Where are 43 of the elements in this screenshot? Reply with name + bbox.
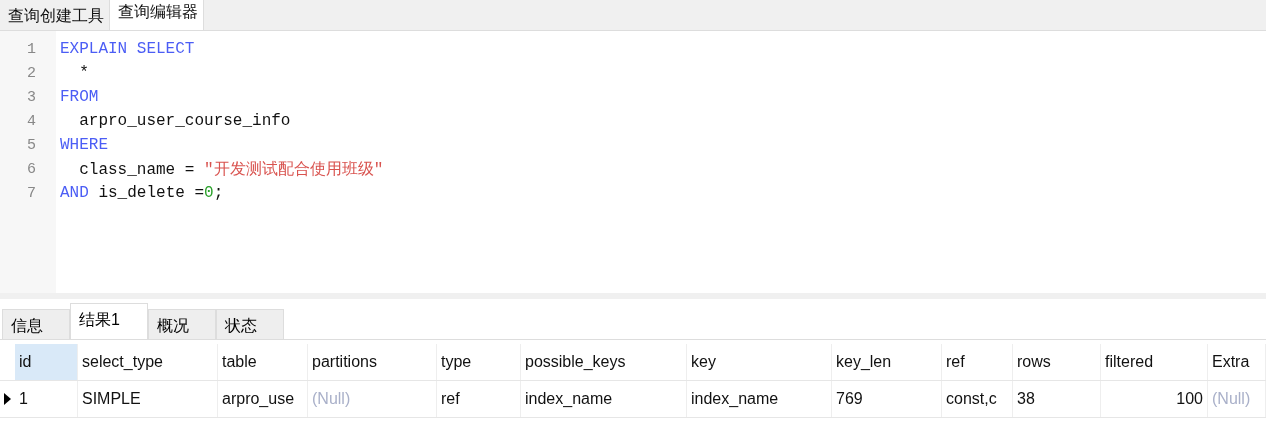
table-cell: 769 bbox=[832, 381, 942, 417]
column-header[interactable]: type bbox=[437, 344, 521, 380]
code-line: * bbox=[78, 64, 89, 82]
table-cell: ref bbox=[437, 381, 521, 417]
result-tab[interactable]: 结果1 bbox=[70, 303, 148, 339]
line-number: 5 bbox=[26, 136, 37, 154]
code-line: class_name = "开发测试配合使用班级" bbox=[78, 159, 384, 180]
line-number: 4 bbox=[26, 112, 37, 130]
column-header[interactable]: partitions bbox=[308, 344, 437, 380]
table-cell: const,c bbox=[942, 381, 1013, 417]
code-line: AND is_delete =0; bbox=[60, 184, 224, 202]
column-header[interactable]: possible_keys bbox=[521, 344, 687, 380]
column-header[interactable]: ref bbox=[942, 344, 1013, 380]
table-cell: SIMPLE bbox=[78, 381, 218, 417]
column-header[interactable]: filtered bbox=[1101, 344, 1208, 380]
code-line: EXPLAIN SELECT bbox=[60, 40, 195, 58]
table-cell: index_name bbox=[521, 381, 687, 417]
table-cell: (Null) bbox=[308, 381, 437, 417]
column-header[interactable]: key_len bbox=[832, 344, 942, 380]
result-tab[interactable]: 信息 bbox=[2, 309, 70, 339]
line-number: 2 bbox=[26, 64, 37, 82]
table-cell: index_name bbox=[687, 381, 832, 417]
column-header[interactable]: Extra bbox=[1208, 344, 1266, 380]
editor-tab[interactable]: 查询编辑器 bbox=[110, 0, 204, 30]
table-cell: 100 bbox=[1101, 381, 1208, 417]
column-header[interactable]: table bbox=[218, 344, 308, 380]
table-cell: (Null) bbox=[1208, 381, 1266, 417]
line-number: 7 bbox=[26, 184, 37, 202]
column-header[interactable]: id bbox=[15, 344, 78, 380]
line-number: 6 bbox=[26, 160, 37, 178]
column-header[interactable]: key bbox=[687, 344, 832, 380]
table-cell: 1 bbox=[15, 381, 78, 417]
code-line: FROM bbox=[60, 88, 99, 106]
line-number: 1 bbox=[26, 40, 37, 58]
column-header[interactable]: select_type bbox=[78, 344, 218, 380]
table-cell: arpro_use bbox=[218, 381, 308, 417]
table-cell: 38 bbox=[1013, 381, 1101, 417]
code-line: arpro_user_course_info bbox=[78, 112, 291, 130]
line-number: 3 bbox=[26, 88, 37, 106]
code-line: WHERE bbox=[60, 136, 108, 154]
result-tab[interactable]: 概况 bbox=[148, 309, 216, 339]
column-header[interactable]: rows bbox=[1013, 344, 1101, 380]
result-tab[interactable]: 状态 bbox=[216, 309, 284, 339]
